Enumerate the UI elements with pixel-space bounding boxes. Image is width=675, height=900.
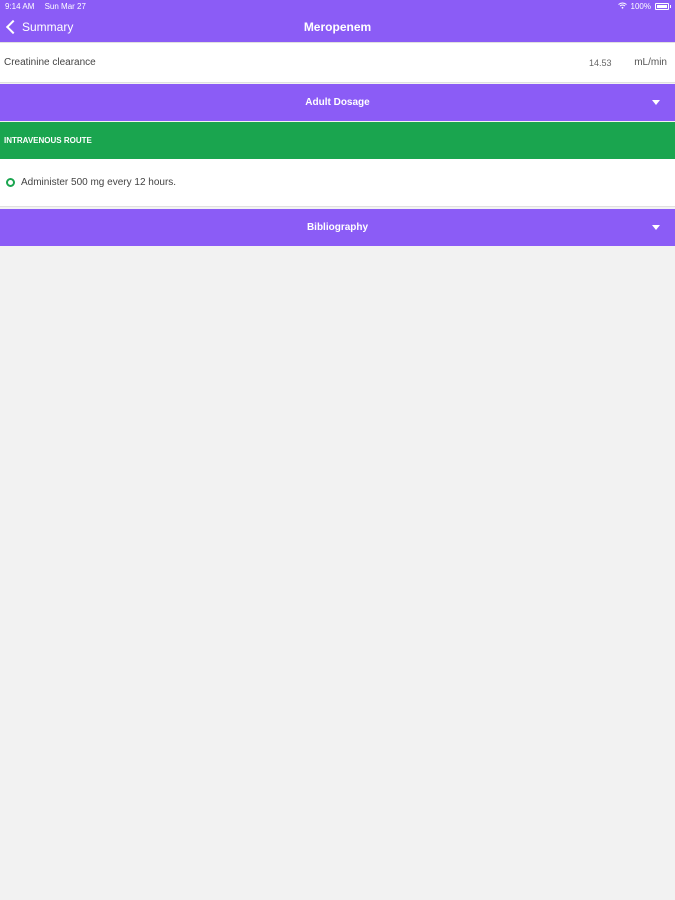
adult-dosage-title: Adult Dosage xyxy=(305,97,370,108)
status-right: 100% xyxy=(617,2,671,11)
intravenous-route-header: INTRAVENOUS ROUTE xyxy=(0,122,675,159)
dose-instruction-row: Administer 500 mg every 12 hours. xyxy=(0,159,675,207)
dose-instruction-text: Administer 500 mg every 12 hours. xyxy=(21,177,177,188)
adult-dosage-header[interactable]: Adult Dosage xyxy=(0,84,675,121)
bibliography-title: Bibliography xyxy=(306,222,369,233)
caret-down-icon xyxy=(652,100,660,105)
battery-icon xyxy=(655,3,671,10)
creatinine-clearance-row: Creatinine clearance 14.53 mL/min xyxy=(0,42,675,83)
navigation-bar: Summary Meropenem xyxy=(0,12,675,42)
status-date: Sun Mar 27 xyxy=(44,2,86,11)
bibliography-header[interactable]: Bibliography xyxy=(0,209,675,246)
creatinine-clearance-label: Creatinine clearance xyxy=(4,57,96,68)
route-title: INTRAVENOUS ROUTE xyxy=(4,136,92,145)
circle-icon xyxy=(6,178,15,187)
status-bar: 9:14 AM Sun Mar 27 100% xyxy=(0,0,675,12)
status-left: 9:14 AM Sun Mar 27 xyxy=(5,2,94,11)
status-time: 9:14 AM xyxy=(5,2,35,11)
creatinine-clearance-value: 14.53 xyxy=(589,58,612,68)
creatinine-clearance-unit: mL/min xyxy=(634,57,667,68)
caret-down-icon xyxy=(652,225,660,230)
page-title: Meropenem xyxy=(303,20,372,34)
battery-percent: 100% xyxy=(630,2,651,11)
wifi-icon xyxy=(617,2,627,11)
